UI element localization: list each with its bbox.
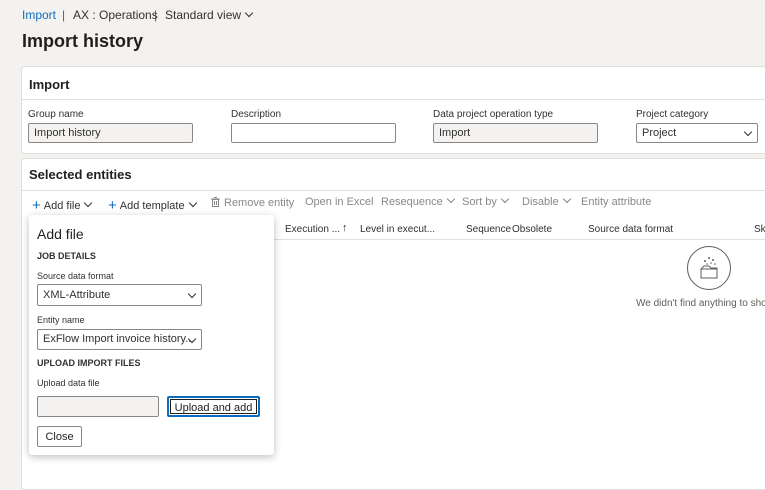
- add-file-button[interactable]: + Add file: [32, 196, 93, 214]
- entity-name-label: Entity name: [37, 315, 85, 325]
- sort-ascending-icon: ↑: [342, 222, 348, 234]
- disable-label: Disable: [522, 196, 559, 208]
- upload-and-add-button[interactable]: Upload and add: [167, 396, 260, 417]
- add-template-label: Add template: [119, 200, 185, 212]
- column-header-level[interactable]: Level in execut...: [360, 224, 435, 235]
- open-in-excel-button[interactable]: Open in Excel: [305, 196, 373, 208]
- operation-type-label: Data project operation type: [433, 109, 554, 120]
- sort-by-button[interactable]: Sort by: [462, 194, 510, 208]
- upload-import-files-header: UPLOAD IMPORT FILES: [37, 358, 141, 368]
- upload-file-path-field[interactable]: [37, 396, 159, 417]
- source-format-value: XML-Attribute: [43, 289, 111, 301]
- column-header-execution[interactable]: Execution ...: [285, 224, 340, 235]
- breadcrumb-import-link[interactable]: Import: [22, 8, 56, 22]
- operation-type-field[interactable]: Import: [433, 123, 598, 143]
- trash-icon: [211, 197, 220, 207]
- group-name-label: Group name: [28, 109, 84, 120]
- breadcrumb-company[interactable]: AX : Operations: [73, 8, 158, 22]
- entity-name-value: ExFlow Import invoice history...: [43, 333, 195, 345]
- close-button[interactable]: Close: [37, 426, 82, 447]
- column-header-source-format[interactable]: Source data format: [588, 224, 673, 235]
- project-category-dropdown[interactable]: Project: [636, 123, 758, 143]
- entity-attribute-button[interactable]: Entity attribute: [581, 196, 651, 208]
- chevron-down-icon: [743, 127, 753, 137]
- add-template-button[interactable]: + Add template: [108, 196, 197, 214]
- resequence-button[interactable]: Resequence: [381, 194, 456, 208]
- remove-entity-button[interactable]: Remove entity: [211, 196, 294, 209]
- chevron-down-icon: [84, 198, 93, 208]
- disable-button[interactable]: Disable: [522, 194, 571, 208]
- divider: [22, 99, 765, 100]
- divider: [22, 190, 765, 191]
- remove-entity-label: Remove entity: [224, 197, 295, 209]
- panel-title: Add file: [37, 226, 84, 242]
- entity-name-dropdown[interactable]: ExFlow Import invoice history...: [37, 329, 202, 350]
- plus-icon: +: [32, 197, 41, 214]
- add-file-label: Add file: [43, 200, 81, 212]
- description-label: Description: [231, 109, 282, 120]
- chevron-down-icon: [500, 194, 510, 204]
- group-name-field[interactable]: Import history: [28, 123, 193, 143]
- chevron-down-icon: [244, 8, 254, 18]
- breadcrumb-separator: |: [62, 8, 66, 22]
- chevron-down-icon: [446, 194, 456, 204]
- resequence-label: Resequence: [381, 196, 443, 208]
- breadcrumb-separator: |: [154, 8, 158, 22]
- page-title: Import history: [22, 31, 144, 51]
- view-selector[interactable]: Standard view: [165, 8, 254, 22]
- column-header-obsolete[interactable]: Obsolete: [512, 224, 552, 235]
- source-format-label: Source data format: [37, 271, 114, 281]
- view-selector-label: Standard view: [165, 8, 242, 22]
- column-header-skip[interactable]: Ski: [754, 224, 765, 235]
- upload-data-file-label: Upload data file: [37, 378, 100, 388]
- selected-entities-header[interactable]: Selected entities: [29, 167, 132, 182]
- empty-state-message: We didn't find anything to show: [636, 298, 765, 309]
- source-format-dropdown[interactable]: XML-Attribute: [37, 284, 202, 306]
- chevron-down-icon: [188, 198, 197, 208]
- sort-by-label: Sort by: [462, 196, 497, 208]
- chevron-down-icon: [187, 289, 197, 299]
- plus-icon: +: [108, 197, 117, 214]
- job-details-header: JOB DETAILS: [37, 251, 96, 261]
- project-category-label: Project category: [636, 109, 709, 120]
- add-file-panel: Add file JOB DETAILS Source data format …: [29, 215, 274, 455]
- description-field[interactable]: [231, 123, 396, 143]
- column-header-sequence[interactable]: Sequence: [466, 224, 511, 235]
- import-section-header[interactable]: Import: [29, 77, 69, 92]
- project-category-value: Project: [642, 127, 677, 139]
- empty-folder-icon: [687, 246, 731, 290]
- chevron-down-icon: [562, 194, 571, 204]
